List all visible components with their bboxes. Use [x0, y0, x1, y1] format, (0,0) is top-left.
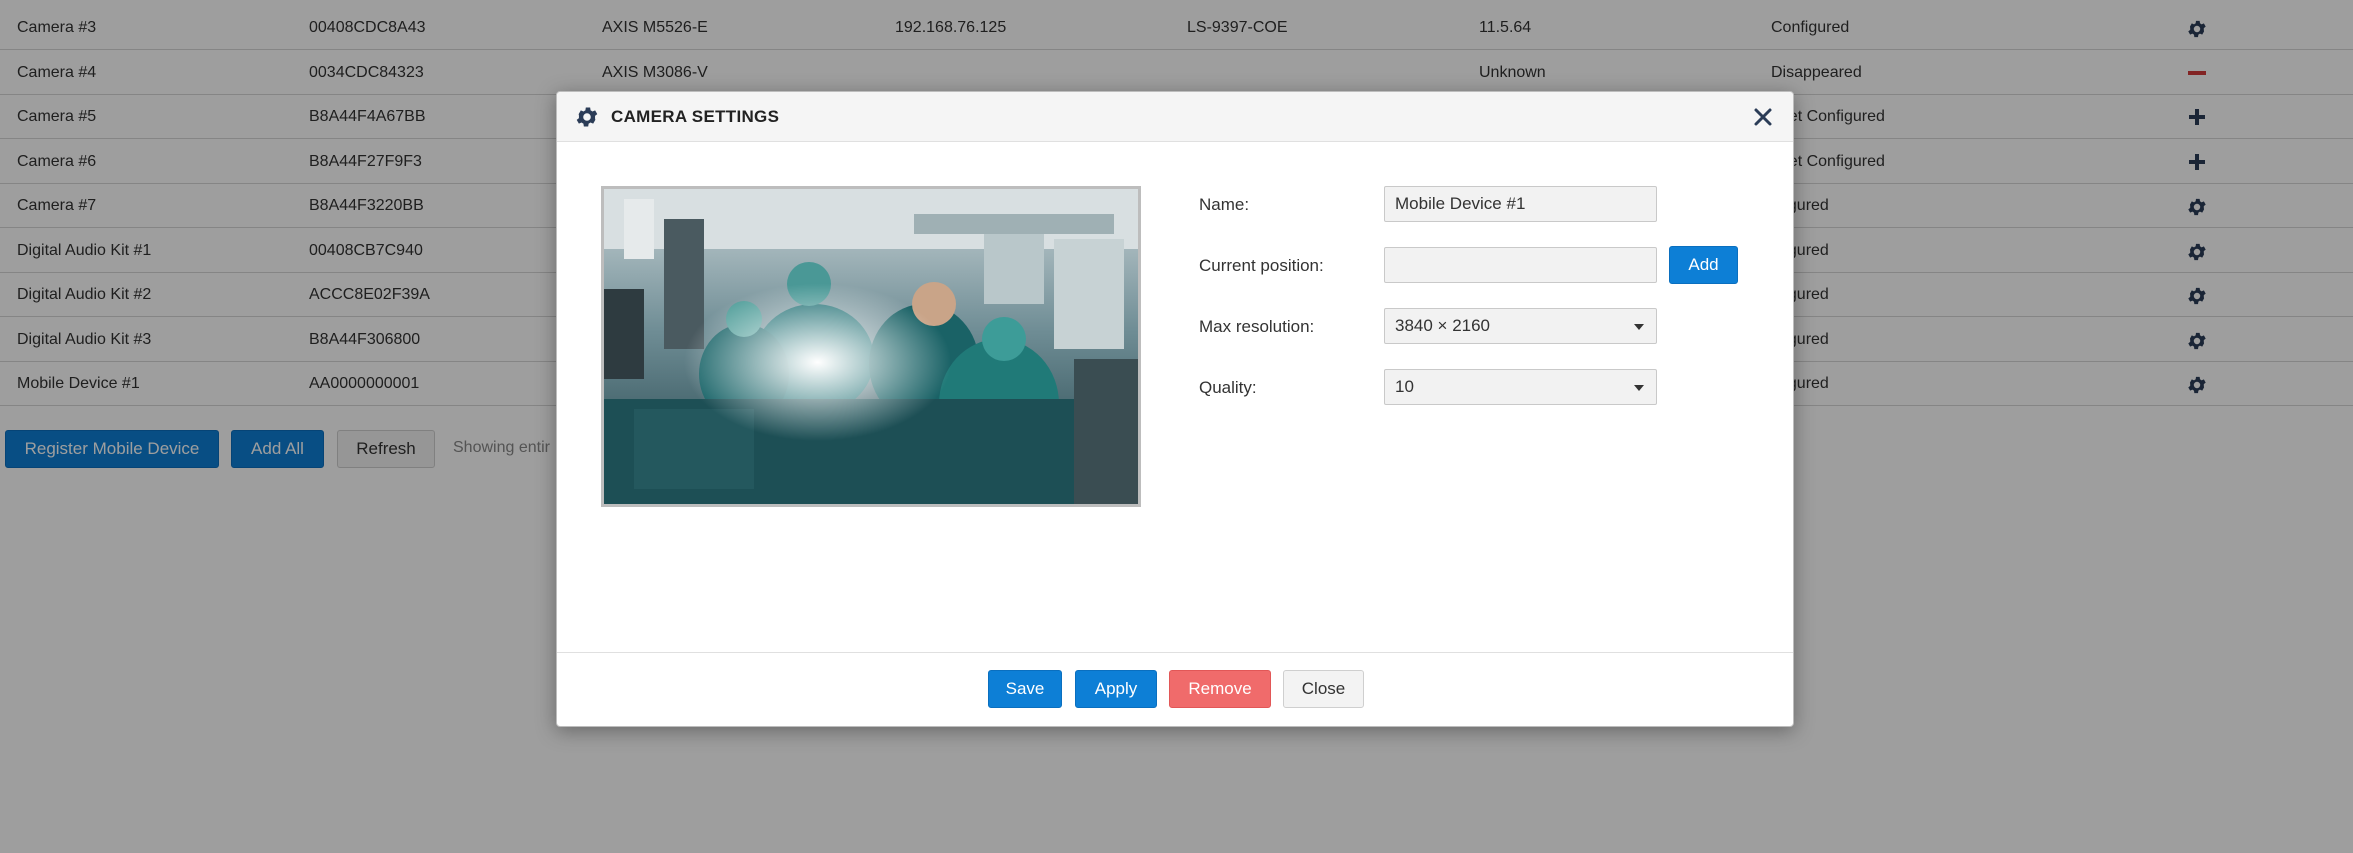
camera-preview-image [601, 186, 1141, 507]
caret-down-icon [1634, 385, 1644, 391]
max-resolution-value: 3840 × 2160 [1395, 316, 1491, 335]
save-button[interactable]: Save [988, 670, 1062, 708]
dialog-footer: Save Apply Remove Close [557, 652, 1793, 726]
max-resolution-label: Max resolution: [1199, 317, 1315, 336]
camera-settings-dialog: CAMERA SETTINGS Name: Mobile Device #1 C… [556, 91, 1794, 727]
max-resolution-select[interactable]: 3840 × 2160 [1384, 308, 1657, 344]
current-position-label: Current position: [1199, 256, 1324, 275]
dialog-header: CAMERA SETTINGS [557, 92, 1793, 142]
name-label: Name: [1199, 195, 1250, 214]
close-button[interactable]: Close [1283, 670, 1364, 708]
add-position-button[interactable]: Add [1669, 246, 1738, 284]
quality-select[interactable]: 10 [1384, 369, 1657, 405]
current-position-input[interactable] [1384, 247, 1657, 283]
caret-down-icon [1634, 324, 1644, 330]
quality-label: Quality: [1199, 378, 1257, 397]
name-input[interactable]: Mobile Device #1 [1384, 186, 1657, 222]
gear-icon [576, 107, 598, 127]
apply-button[interactable]: Apply [1075, 670, 1157, 708]
quality-value: 10 [1395, 377, 1414, 396]
remove-button[interactable]: Remove [1169, 670, 1271, 708]
dialog-title: CAMERA SETTINGS [611, 107, 780, 126]
close-icon[interactable] [1751, 105, 1775, 129]
